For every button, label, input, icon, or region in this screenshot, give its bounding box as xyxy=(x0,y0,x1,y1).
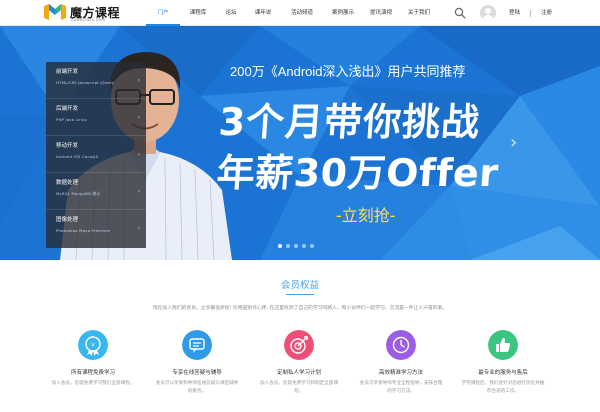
carousel-dot[interactable] xyxy=(278,244,282,248)
nav-item-talks[interactable]: 课年说 xyxy=(246,0,280,26)
category-data[interactable]: 数据处理 MySQL MongoDB 统计 › xyxy=(46,173,146,210)
category-title: 图像处理 xyxy=(56,217,79,223)
clock-icon xyxy=(386,330,416,360)
category-mobile[interactable]: 移动开发 Android iOS CocosJS › xyxy=(46,136,146,173)
category-image[interactable]: 图像处理 Photoshop Maya Premiere › xyxy=(46,210,146,247)
chevron-right-icon[interactable]: › xyxy=(510,134,517,152)
benefit-description: 加入会员。您就免费学习我们全部课程。 xyxy=(51,381,135,386)
hero-banner[interactable]: 前端开发 HTML/CSS Javascript jQuery › 后端开发 P… xyxy=(0,26,600,260)
search-icon[interactable] xyxy=(454,7,466,19)
chat-bubble-icon xyxy=(182,330,212,360)
chevron-right-icon: › xyxy=(137,77,140,84)
target-icon xyxy=(284,330,314,360)
section-description: 现在加入我们的会员，立享最低折扣! 价格是别作心疼, 在这里找到了自己的学习同路… xyxy=(152,306,448,311)
nav-item-demos[interactable]: 提讯演视 xyxy=(362,0,400,26)
benefit-description: 加入会员。您就免费学习和制定全部课程。 xyxy=(259,381,339,394)
avatar-body-shape xyxy=(482,15,494,21)
chevron-right-icon: › xyxy=(137,188,140,195)
benefit-title: 所有课程免费学习 xyxy=(70,370,115,376)
carousel-dot[interactable] xyxy=(286,244,290,248)
login-link[interactable]: 登陆 xyxy=(509,0,520,26)
nav-item-portal[interactable]: 门户 xyxy=(146,0,180,26)
header-divider xyxy=(530,10,531,17)
category-tags: Android iOS CocosJS xyxy=(56,154,99,159)
register-link[interactable]: 注册 xyxy=(541,0,552,26)
chevron-right-icon: › xyxy=(137,114,140,121)
main-nav: 门户 课程库 论坛 课年说 活动频道 案例展示 提讯演视 关于我们 xyxy=(146,0,438,26)
section-title: 会员权益 xyxy=(280,280,319,291)
category-backend[interactable]: 后端开发 PHP Java Linux › xyxy=(46,99,146,136)
category-frontend[interactable]: 前端开发 HTML/CSS Javascript jQuery › xyxy=(46,62,146,99)
carousel-dot[interactable] xyxy=(310,244,314,248)
category-title: 移动开发 xyxy=(56,143,79,149)
category-tags: PHP Java Linux xyxy=(56,117,87,122)
benefit-description: 会员可以享受和导师在线答疑与课后辅导的服务。 xyxy=(155,381,239,394)
banner-headline: 200万《Android深入浅出》用户共同推荐 xyxy=(230,64,466,79)
benefit-title: 定制私人学习计划 xyxy=(276,370,321,376)
nav-item-course-library[interactable]: 课程库 xyxy=(180,0,216,26)
chevron-right-icon: › xyxy=(137,225,140,232)
vip-badge-icon: V xyxy=(78,330,108,360)
category-tags: MySQL MongoDB 统计 xyxy=(56,191,101,196)
carousel-dots xyxy=(278,244,318,250)
category-tags: HTML/CSS Javascript jQuery xyxy=(56,80,115,85)
course-category-menu: 前端开发 HTML/CSS Javascript jQuery › 后端开发 P… xyxy=(46,62,146,248)
site-logo[interactable]: 魔方课程 cubeclass.com xyxy=(44,3,124,23)
cube-logo-icon xyxy=(44,4,66,20)
section-title-underline xyxy=(286,294,314,295)
banner-slogan-line-2: 年薪30万Offer xyxy=(215,151,501,195)
logo-subtext: cubeclass.com xyxy=(71,17,106,22)
category-title: 前端开发 xyxy=(56,69,79,75)
nav-item-cases[interactable]: 案例展示 xyxy=(324,0,362,26)
nav-item-events[interactable]: 活动频道 xyxy=(280,0,324,26)
category-title: 后端开发 xyxy=(56,106,79,112)
category-title: 数据处理 xyxy=(56,180,79,186)
nav-item-about[interactable]: 关于我们 xyxy=(400,0,438,26)
benefit-title: 最专业的服务与售后 xyxy=(478,370,528,376)
svg-text:V: V xyxy=(91,342,95,348)
chevron-right-icon: › xyxy=(137,151,140,158)
banner-slogan-line-1: 3个月带你挑战 xyxy=(217,100,482,144)
benefit-description: 学完课程后，我们会针对您进行优化并推荐合适的工作。 xyxy=(461,381,545,394)
benefit-title: 专享在线答疑与辅导 xyxy=(172,370,222,376)
benefit-title: 高效精准学习方法 xyxy=(378,370,423,376)
thumbs-up-icon xyxy=(488,330,518,360)
benefit-description: 会员可享受导师专业全程指导，安排合理的学习方法。 xyxy=(359,381,443,394)
nav-item-forum[interactable]: 论坛 xyxy=(216,0,246,26)
carousel-dot[interactable] xyxy=(294,244,298,248)
carousel-dot[interactable] xyxy=(302,244,306,248)
top-header: 魔方课程 cubeclass.com 门户 课程库 论坛 课年说 活动频道 案例… xyxy=(0,0,600,26)
grab-now-button[interactable]: -立刻抢- xyxy=(336,202,396,226)
avatar-head-shape xyxy=(485,8,491,14)
category-tags: Photoshop Maya Premiere xyxy=(56,228,111,233)
user-avatar[interactable] xyxy=(480,5,496,21)
